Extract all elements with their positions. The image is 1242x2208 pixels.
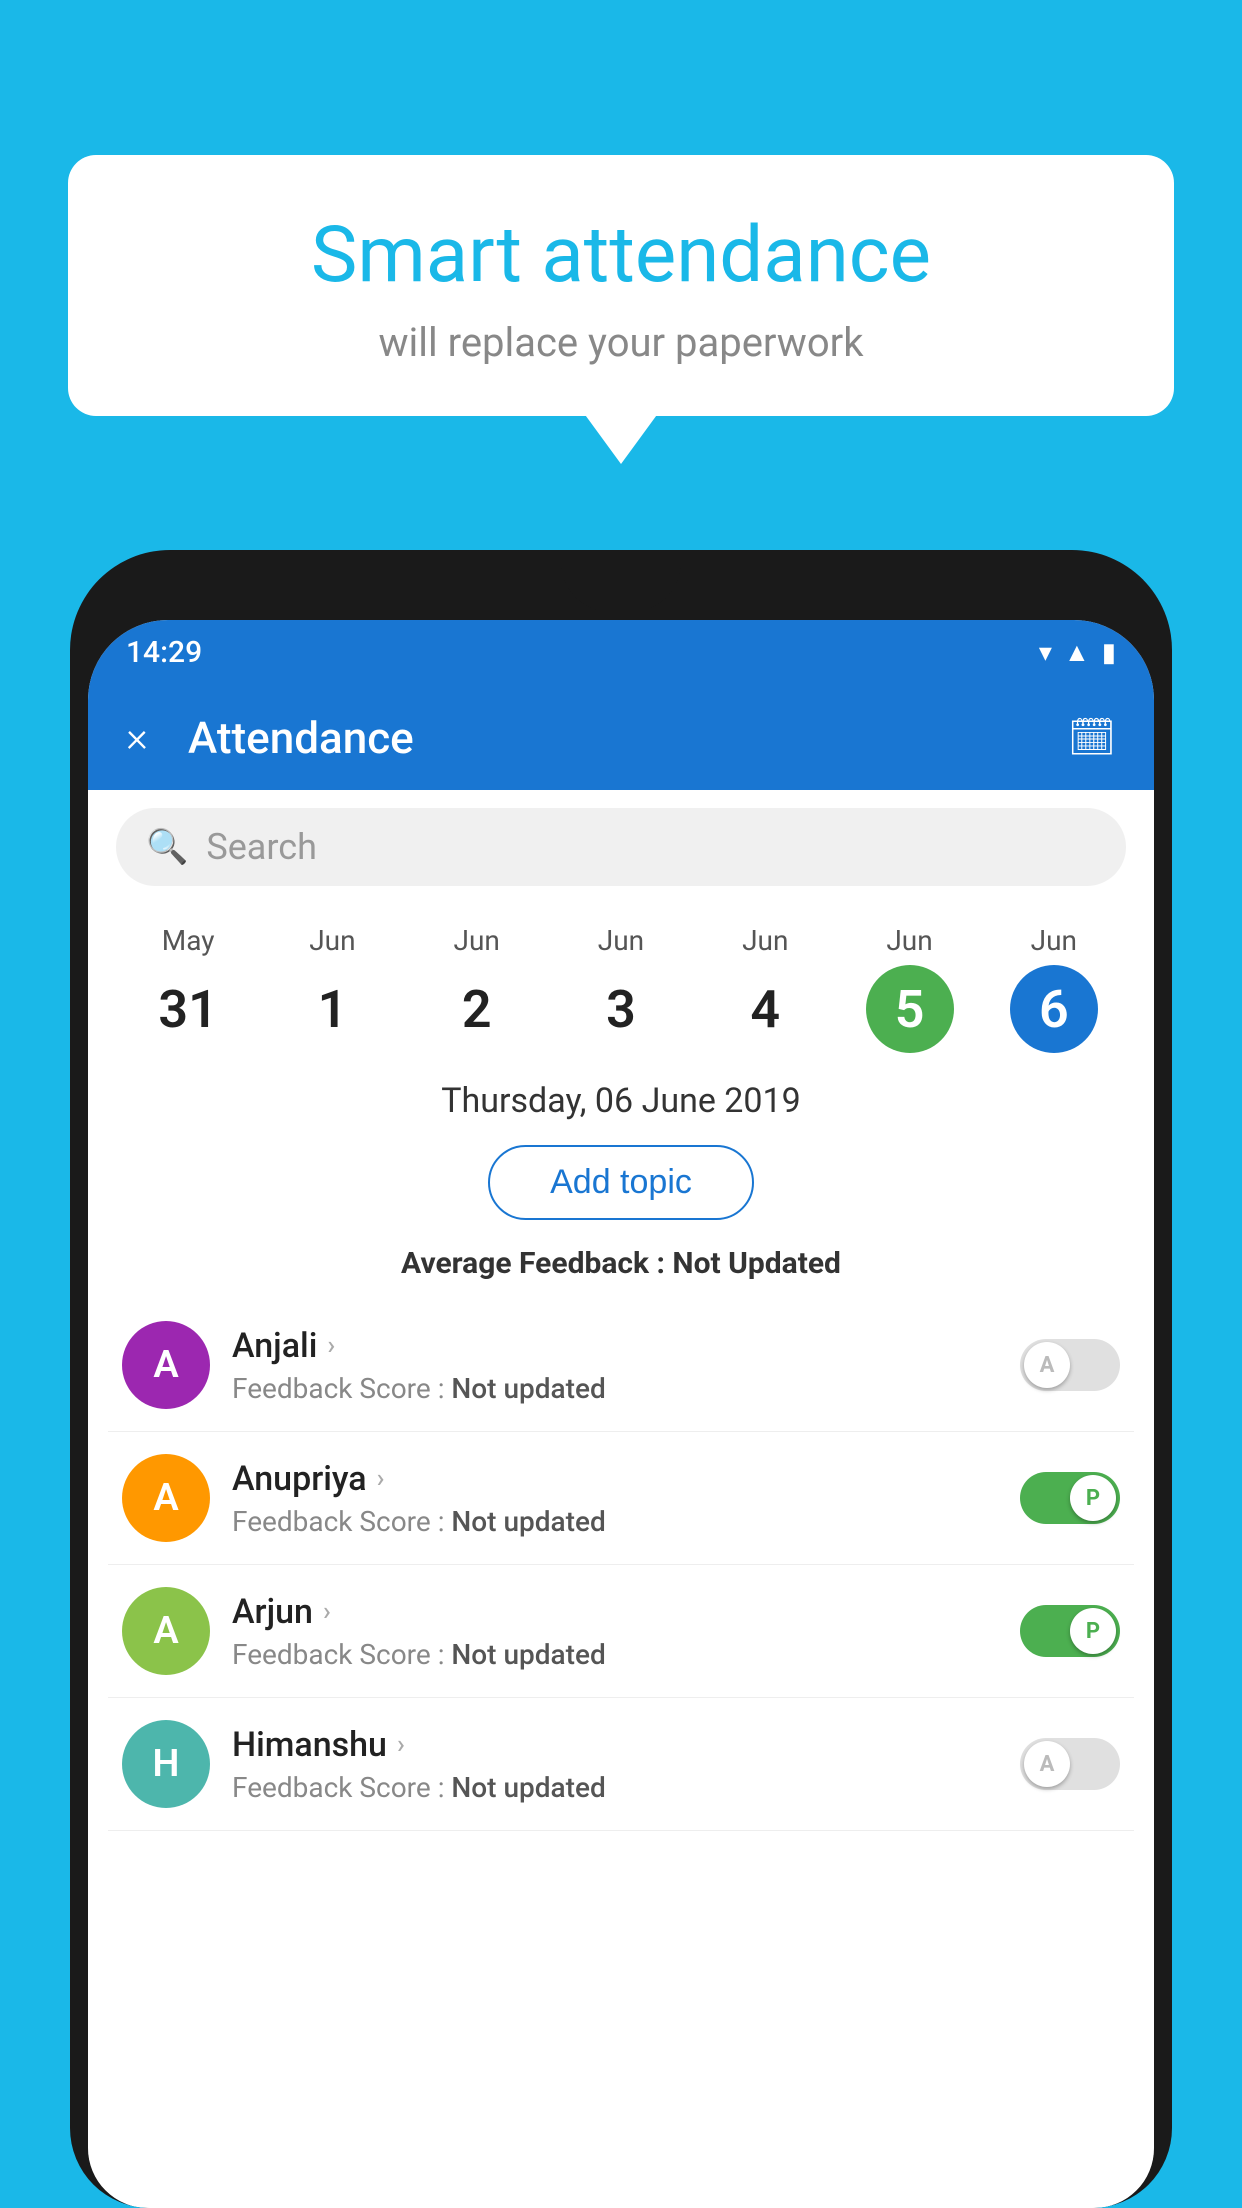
signal-icon: ▲	[1064, 637, 1090, 668]
feedback-value: Not updated	[451, 1505, 605, 1538]
cal-date-label: 1	[288, 965, 376, 1053]
feedback-value: Not updated	[451, 1638, 605, 1671]
status-time: 14:29	[126, 635, 202, 670]
status-icons: ▾ ▲ ▮	[1039, 637, 1116, 668]
app-bar-title: Attendance	[188, 712, 1068, 764]
cal-date-label: 3	[577, 965, 665, 1053]
avatar: A	[122, 1587, 210, 1675]
add-topic-button[interactable]: Add topic	[488, 1145, 754, 1220]
feedback-value: Not updated	[451, 1771, 605, 1804]
avatar: H	[122, 1720, 210, 1808]
calendar-day[interactable]: Jun 4	[720, 924, 810, 1053]
selected-date: Thursday, 06 June 2019	[88, 1063, 1154, 1135]
student-name: Arjun ›	[232, 1592, 998, 1632]
cal-date-label: 2	[433, 965, 521, 1053]
cal-month-label: Jun	[1031, 924, 1077, 957]
cal-month-label: Jun	[598, 924, 644, 957]
cal-month-label: Jun	[454, 924, 500, 957]
cal-date-label: 31	[144, 965, 232, 1053]
speech-bubble-subtitle: will replace your paperwork	[128, 319, 1114, 366]
calendar-day[interactable]: May 31	[143, 924, 233, 1053]
student-row[interactable]: H Himanshu › Feedback Score : Not updated A	[108, 1698, 1134, 1831]
student-row[interactable]: A Arjun › Feedback Score : Not updated P	[108, 1565, 1134, 1698]
avg-feedback-value: Not Updated	[672, 1246, 841, 1281]
app-bar: × Attendance 🗓	[88, 685, 1154, 790]
bottom-fade	[88, 2128, 1154, 2208]
calendar-day[interactable]: Jun 2	[432, 924, 522, 1053]
cal-date-label: 4	[721, 965, 809, 1053]
calendar-row: May 31 Jun 1 Jun 2 Jun 3 Jun 4 Jun 5 Jun 6	[88, 904, 1154, 1063]
student-info: Anupriya › Feedback Score : Not updated	[232, 1459, 998, 1538]
student-info: Anjali › Feedback Score : Not updated	[232, 1326, 998, 1405]
student-feedback: Feedback Score : Not updated	[232, 1638, 998, 1671]
cal-date-label: 6	[1010, 965, 1098, 1053]
student-name: Anjali ›	[232, 1326, 998, 1366]
speech-bubble-title: Smart attendance	[128, 210, 1114, 301]
calendar-day[interactable]: Jun 6	[1009, 924, 1099, 1053]
search-icon: 🔍	[146, 827, 188, 867]
chevron-right-icon: ›	[323, 1597, 331, 1627]
toggle-knob: A	[1024, 1741, 1070, 1787]
search-bar[interactable]: 🔍 Search	[116, 808, 1126, 886]
chevron-right-icon: ›	[327, 1331, 335, 1361]
student-name: Himanshu ›	[232, 1725, 998, 1765]
phone-screen: 14:29 ▾ ▲ ▮ × Attendance 🗓 🔍 Search May 3…	[88, 620, 1154, 2208]
toggle-knob: P	[1070, 1475, 1116, 1521]
attendance-toggle[interactable]: P	[1020, 1472, 1120, 1524]
close-button[interactable]: ×	[126, 713, 148, 762]
toggle-knob: A	[1024, 1342, 1070, 1388]
cal-month-label: May	[162, 924, 215, 957]
speech-bubble: Smart attendance will replace your paper…	[68, 155, 1174, 416]
calendar-icon[interactable]: 🗓	[1068, 716, 1116, 760]
wifi-icon: ▾	[1039, 638, 1052, 668]
calendar-day[interactable]: Jun 3	[576, 924, 666, 1053]
student-info: Himanshu › Feedback Score : Not updated	[232, 1725, 998, 1804]
avatar: A	[122, 1321, 210, 1409]
chevron-right-icon: ›	[397, 1730, 405, 1760]
attendance-toggle[interactable]: P	[1020, 1605, 1120, 1657]
feedback-value: Not updated	[451, 1372, 605, 1405]
student-name: Anupriya ›	[232, 1459, 998, 1499]
student-info: Arjun › Feedback Score : Not updated	[232, 1592, 998, 1671]
cal-month-label: Jun	[886, 924, 932, 957]
search-container: 🔍 Search	[88, 790, 1154, 904]
avatar: A	[122, 1454, 210, 1542]
toggle-knob: P	[1070, 1608, 1116, 1654]
student-feedback: Feedback Score : Not updated	[232, 1372, 998, 1405]
avg-feedback: Average Feedback : Not Updated	[88, 1238, 1154, 1299]
student-row[interactable]: A Anjali › Feedback Score : Not updated A	[108, 1299, 1134, 1432]
chevron-right-icon: ›	[377, 1464, 385, 1494]
phone-frame: 14:29 ▾ ▲ ▮ × Attendance 🗓 🔍 Search May 3…	[70, 550, 1172, 2208]
cal-date-label: 5	[866, 965, 954, 1053]
student-feedback: Feedback Score : Not updated	[232, 1771, 998, 1804]
attendance-toggle[interactable]: A	[1020, 1339, 1120, 1391]
add-topic-container: Add topic	[88, 1135, 1154, 1238]
avg-feedback-label: Average Feedback :	[401, 1246, 665, 1281]
student-feedback: Feedback Score : Not updated	[232, 1505, 998, 1538]
battery-icon: ▮	[1102, 638, 1116, 668]
attendance-toggle[interactable]: A	[1020, 1738, 1120, 1790]
calendar-day[interactable]: Jun 1	[287, 924, 377, 1053]
student-row[interactable]: A Anupriya › Feedback Score : Not updated P	[108, 1432, 1134, 1565]
calendar-day[interactable]: Jun 5	[865, 924, 955, 1053]
status-bar: 14:29 ▾ ▲ ▮	[88, 620, 1154, 685]
cal-month-label: Jun	[309, 924, 355, 957]
search-input[interactable]: Search	[206, 826, 317, 868]
student-list: AAnjali ›Feedback Score : Not updatedAAA…	[88, 1299, 1154, 1831]
cal-month-label: Jun	[742, 924, 788, 957]
phone-notch	[561, 550, 681, 612]
